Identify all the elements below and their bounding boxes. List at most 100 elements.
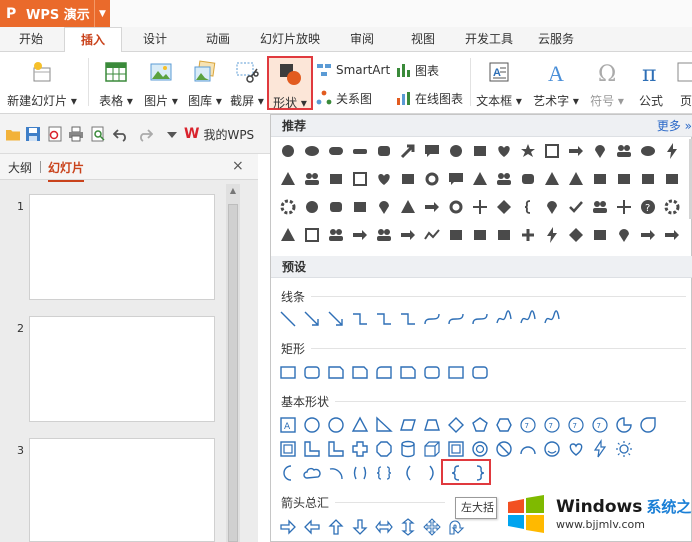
recommended-shape-heart[interactable]: [494, 141, 514, 161]
recommended-shape-arrowr[interactable]: [350, 225, 370, 245]
recommended-shape-q[interactable]: ?: [638, 197, 658, 217]
basic-shape-cloud[interactable]: [302, 463, 322, 483]
tab-developer[interactable]: 开发工具: [459, 27, 519, 52]
recommended-shape-rect[interactable]: [494, 225, 514, 245]
basic-shape-lshape[interactable]: [302, 439, 322, 459]
rectangle-shape-round1[interactable]: [374, 362, 394, 382]
arrow-shape-a4[interactable]: [422, 517, 442, 537]
recommended-shape-rect[interactable]: [590, 169, 610, 189]
line-shape-free[interactable]: [542, 309, 562, 329]
line-shape-curve[interactable]: [422, 309, 442, 329]
arrow-shape-aUD[interactable]: [398, 517, 418, 537]
rectangle-shape-snip[interactable]: [326, 362, 346, 382]
basic-shape-octa[interactable]: [374, 439, 394, 459]
basic-shape-textbox[interactable]: A: [278, 415, 298, 435]
print-preview-icon[interactable]: [90, 126, 106, 142]
tab-design[interactable]: 设计: [132, 27, 178, 52]
recommended-shape-circle[interactable]: [278, 141, 298, 161]
recommended-shape-arrowne[interactable]: [398, 141, 418, 161]
basic-shape-num[interactable]: 7: [566, 415, 586, 435]
line-shape-free[interactable]: [494, 309, 514, 329]
basic-shape-frame[interactable]: [278, 439, 298, 459]
basic-shape-circle[interactable]: [302, 415, 322, 435]
basic-shape-pie[interactable]: [614, 415, 634, 435]
wordart-button[interactable]: A 艺术字 ▾: [528, 52, 584, 112]
basic-shape-arcq[interactable]: [326, 463, 346, 483]
app-menu-button[interactable]: P WPS 演示 ▼: [0, 0, 110, 27]
recommended-shape-oval[interactable]: [638, 141, 658, 161]
tab-slides[interactable]: 幻灯片: [48, 159, 85, 182]
rectangle-shape-snip[interactable]: [398, 362, 418, 382]
formula-button[interactable]: π 公式: [632, 52, 670, 112]
recommended-shape-rect[interactable]: [614, 169, 634, 189]
basic-shape-para[interactable]: [398, 415, 418, 435]
line-shape-arrowline[interactable]: [302, 309, 322, 329]
tab-animation[interactable]: 动画: [195, 27, 241, 52]
recommended-shape-bar[interactable]: [350, 141, 370, 161]
recommended-shape-pin[interactable]: [614, 225, 634, 245]
recommended-shape-bolt[interactable]: [662, 141, 682, 161]
recommended-shape-cross[interactable]: [614, 197, 634, 217]
recommended-shape-square[interactable]: [542, 141, 562, 161]
basic-shape-lparen[interactable]: [398, 463, 418, 483]
chart-button[interactable]: 图表: [395, 60, 439, 80]
recommended-shape-people[interactable]: [590, 197, 610, 217]
relation-diagram-button[interactable]: 关系图: [316, 88, 372, 108]
recommended-shape-people[interactable]: [302, 169, 322, 189]
recommended-shape-rrect[interactable]: [326, 197, 346, 217]
basic-shape-hex[interactable]: [494, 415, 514, 435]
picture-button[interactable]: 图片 ▾: [140, 52, 182, 112]
basic-shape-diamond[interactable]: [446, 415, 466, 435]
arrow-shape-aD[interactable]: [350, 517, 370, 537]
basic-shape-nosym[interactable]: [494, 439, 514, 459]
basic-shape-num[interactable]: 7: [590, 415, 610, 435]
basic-shape-heart[interactable]: [566, 439, 586, 459]
recommended-shape-square[interactable]: [302, 225, 322, 245]
redo-icon[interactable]: [137, 126, 153, 142]
basic-shape-tear[interactable]: [638, 415, 658, 435]
recommended-shape-arrowr[interactable]: [662, 225, 682, 245]
line-shape-arrowline[interactable]: [326, 309, 346, 329]
basic-shape-arc[interactable]: [518, 439, 538, 459]
online-chart-button[interactable]: 在线图表: [395, 88, 463, 108]
recommended-shape-circle[interactable]: [302, 197, 322, 217]
undo-icon[interactable]: [113, 126, 129, 142]
recommended-shape-pin[interactable]: [542, 197, 562, 217]
line-shape-elbow[interactable]: [374, 309, 394, 329]
recommended-shape-people[interactable]: [494, 169, 514, 189]
rectangle-shape-rrect[interactable]: [302, 362, 322, 382]
basic-shape-cube[interactable]: [422, 439, 442, 459]
recommended-shape-people[interactable]: [374, 225, 394, 245]
basic-shape-frame[interactable]: [446, 439, 466, 459]
recommended-shape-arrowr[interactable]: [422, 197, 442, 217]
basic-shape-smile[interactable]: [542, 439, 562, 459]
scroll-up-icon[interactable]: ▲: [226, 186, 240, 200]
recommended-shape-oval[interactable]: [302, 141, 322, 161]
line-shape-line[interactable]: [278, 309, 298, 329]
recommended-shape-circle[interactable]: [446, 141, 466, 161]
symbol-button[interactable]: Ω 符号 ▾: [588, 52, 626, 112]
recommended-shape-rect[interactable]: [326, 169, 346, 189]
close-icon[interactable]: ×: [232, 158, 244, 174]
line-shape-free[interactable]: [518, 309, 538, 329]
slide-thumbnail-3[interactable]: [29, 438, 215, 542]
basic-shape-circle[interactable]: [326, 415, 346, 435]
recommended-shape-diamond[interactable]: [494, 197, 514, 217]
recommended-shape-triangle[interactable]: [470, 169, 490, 189]
basic-shape-rparen[interactable]: [422, 463, 442, 483]
recommended-shape-bolt[interactable]: [542, 225, 562, 245]
slide-panel-scrollbar[interactable]: ▲: [226, 184, 240, 542]
recommended-shape-gear[interactable]: [662, 197, 682, 217]
rectangle-shape-rect[interactable]: [446, 362, 466, 382]
slide-thumbnail-2[interactable]: [29, 316, 215, 422]
recommended-shape-rrect[interactable]: [374, 141, 394, 161]
line-shape-curve[interactable]: [446, 309, 466, 329]
recommended-shape-rect[interactable]: [638, 169, 658, 189]
basic-shape-trap[interactable]: [422, 415, 442, 435]
recommended-shape-rect[interactable]: [590, 225, 610, 245]
recommended-shape-plus[interactable]: [518, 225, 538, 245]
arrow-shape-aL[interactable]: [302, 517, 322, 537]
recommended-shape-square[interactable]: [350, 169, 370, 189]
page-button-partial[interactable]: 页: [676, 52, 692, 112]
recommended-shape-rect[interactable]: [662, 169, 682, 189]
